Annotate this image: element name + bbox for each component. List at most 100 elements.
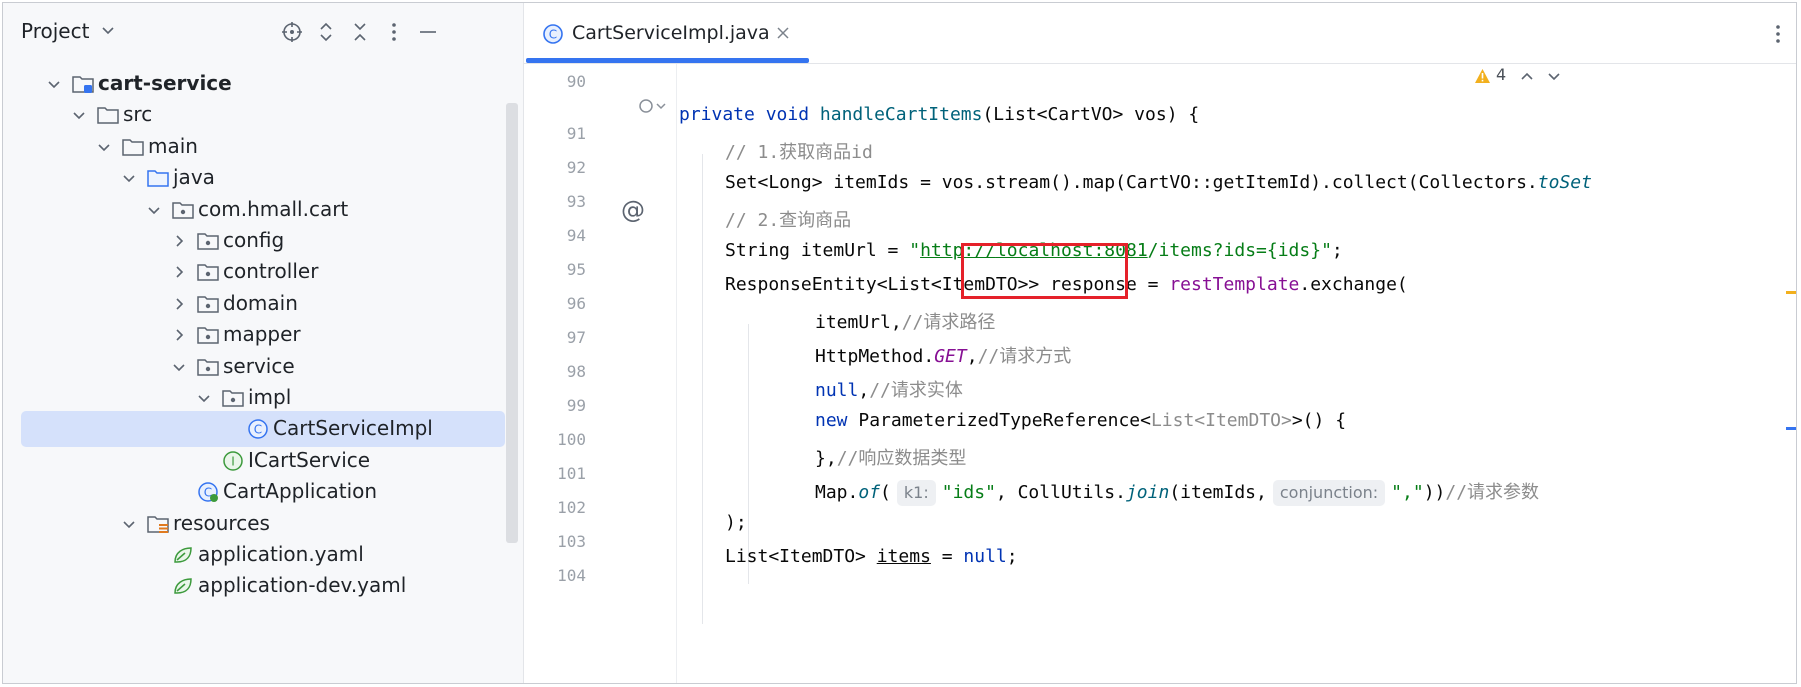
tree-item-label: application.yaml — [198, 542, 364, 566]
code-line-98: HttpMethod.GET,//请求方式 — [815, 346, 1072, 367]
chevron-down-icon[interactable] — [172, 360, 186, 374]
indent-guide — [702, 154, 703, 624]
line-number: 102 — [557, 498, 586, 517]
code-line-100: new ParameterizedTypeReference<List<Item… — [815, 410, 1347, 431]
expand-all-icon[interactable] — [315, 21, 337, 43]
line-number: 99 — [566, 396, 586, 415]
chevron-down-icon[interactable] — [1547, 69, 1561, 83]
chevron-down-icon[interactable] — [72, 108, 86, 122]
package-icon — [196, 324, 220, 346]
tree-item-label: config — [223, 228, 285, 252]
chevron-up-icon[interactable] — [1520, 69, 1534, 83]
tree-item-label: service — [223, 354, 295, 378]
project-header: Project — [3, 3, 523, 61]
tree-item-cartapplication[interactable]: C CartApplication — [21, 474, 505, 510]
chevron-down-icon[interactable] — [147, 203, 161, 217]
code-lens-icon[interactable] — [637, 97, 669, 115]
code-line-102: Map.of(k1: "ids", CollUtils.join(itemIds,… — [815, 478, 1539, 510]
tree-item-label: application-dev.yaml — [198, 573, 407, 597]
active-tab-indicator — [526, 58, 809, 63]
options-icon[interactable] — [383, 21, 405, 43]
resources-folder-icon — [146, 513, 170, 535]
line-number: 95 — [566, 260, 586, 279]
param-hint-k1: k1: — [896, 480, 936, 506]
line-number: 93 — [566, 192, 586, 211]
svg-text:I: I — [231, 455, 235, 469]
tab-cartserviceimpl[interactable]: C CartServiceImpl.java — [524, 3, 811, 63]
project-scrollbar[interactable] — [506, 103, 518, 543]
line-number: 94 — [566, 226, 586, 245]
editor-panel: C CartServiceImpl.java @ 90 91 92 93 94 95 96 9… — [524, 3, 1796, 683]
param-hint-conjunction: conjunction: — [1272, 480, 1386, 506]
chevron-right-icon[interactable] — [172, 234, 186, 248]
line-number: 103 — [557, 532, 586, 551]
class-icon: C — [246, 418, 270, 440]
tree-item-label: com.hmall.cart — [198, 197, 349, 221]
tree-item-mapper[interactable]: mapper — [21, 317, 505, 353]
package-icon — [171, 199, 195, 221]
warning-icon[interactable] — [1474, 68, 1491, 84]
class-icon: C — [543, 24, 563, 44]
line-number: 100 — [557, 430, 586, 449]
tab-label: CartServiceImpl.java — [572, 22, 770, 44]
line-number: 91 — [566, 124, 586, 143]
line-number: 97 — [566, 328, 586, 347]
package-icon — [196, 293, 220, 315]
tree-item-label: CartServiceImpl — [273, 416, 433, 440]
chevron-right-icon[interactable] — [172, 328, 186, 342]
info-marker[interactable] — [1786, 427, 1796, 430]
tree-item-application-dev-yaml[interactable]: application-dev.yaml — [21, 568, 505, 604]
tree-item-label: controller — [223, 259, 319, 283]
tree-item-cartserviceimpl[interactable]: C CartServiceImpl — [21, 411, 505, 447]
tree-item-label: ICartService — [248, 448, 371, 472]
tree-item-java[interactable]: java — [21, 160, 505, 196]
tree-item-src[interactable]: src — [21, 97, 505, 133]
project-title[interactable]: Project — [21, 19, 89, 43]
line-number-gutter: @ 90 91 92 93 94 95 96 97 98 99 100 101 102 103 104 — [524, 64, 677, 683]
line-number: 98 — [566, 362, 586, 381]
chevron-down-icon[interactable] — [97, 140, 111, 154]
chevron-down-icon[interactable] — [101, 23, 115, 37]
tree-item-label: impl — [248, 385, 292, 409]
chevron-down-icon[interactable] — [122, 517, 136, 531]
chevron-down-icon[interactable] — [122, 171, 136, 185]
package-icon — [196, 230, 220, 252]
tree-item-label: src — [123, 102, 153, 126]
module-folder-icon — [71, 73, 95, 95]
source-folder-icon — [146, 167, 170, 189]
collapse-all-icon[interactable] — [349, 21, 371, 43]
package-icon — [221, 387, 245, 409]
tree-item-label: mapper — [223, 322, 301, 346]
code-line-99: null,//请求实体 — [815, 380, 963, 401]
folder-icon — [121, 136, 145, 158]
spring-yaml-icon — [171, 575, 195, 597]
svg-text:C: C — [549, 28, 557, 42]
chevron-down-icon[interactable] — [197, 391, 211, 405]
override-at-icon[interactable]: @ — [621, 196, 645, 224]
code-line-104: List<ItemDTO> items = null; — [725, 546, 1018, 567]
code-area[interactable]: private void handleCartItems(List<CartVO… — [679, 64, 1759, 683]
tree-item-label: cart-service — [98, 71, 232, 95]
locate-icon[interactable] — [281, 21, 303, 43]
warning-count[interactable]: 4 — [1496, 65, 1506, 84]
tree-item-controller[interactable]: controller — [21, 254, 505, 290]
code-line-101: },//响应数据类型 — [815, 448, 967, 469]
chevron-right-icon[interactable] — [172, 265, 186, 279]
code-line-91: private void handleCartItems(List<CartVO… — [679, 104, 1200, 125]
warning-marker[interactable] — [1786, 291, 1796, 294]
minimize-icon[interactable] — [417, 21, 439, 43]
chevron-right-icon[interactable] — [172, 297, 186, 311]
line-number: 90 — [566, 72, 586, 91]
line-number: 104 — [557, 566, 586, 585]
tree-item-label: CartApplication — [223, 479, 378, 503]
highlight-annotation-box — [961, 243, 1128, 299]
interface-icon: I — [221, 450, 245, 472]
spring-yaml-icon — [171, 544, 195, 566]
code-line-94: // 2.查询商品 — [725, 210, 852, 231]
code-line-93: Set<Long> itemIds = vos.stream().map(Car… — [725, 172, 1592, 193]
editor-tab-bar: C CartServiceImpl.java — [524, 3, 1796, 64]
close-icon[interactable] — [776, 26, 790, 40]
folder-icon — [96, 104, 120, 126]
chevron-down-icon[interactable] — [47, 77, 61, 91]
more-vertical-icon[interactable] — [1774, 23, 1782, 45]
